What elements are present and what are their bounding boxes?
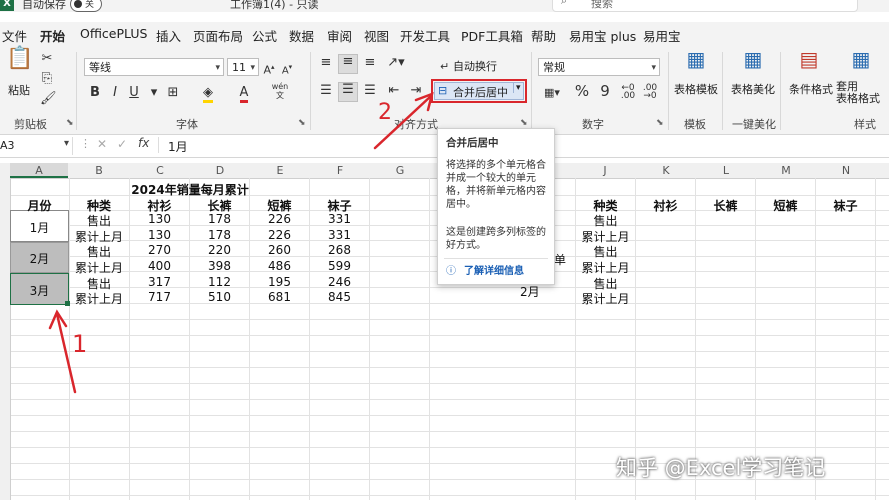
annotation-label-2: 2 (378, 100, 392, 125)
annotation-arrows (48, 91, 434, 394)
watermark: 知乎 @Excel学习笔记 (616, 456, 826, 480)
annotation-label-1: 1 (72, 330, 88, 358)
